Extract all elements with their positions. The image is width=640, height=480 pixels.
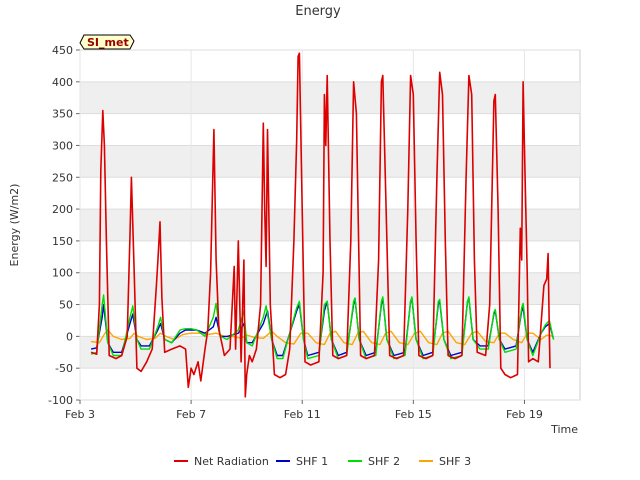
x-tick-label: Feb 7 — [176, 408, 206, 421]
y-tick-label: 300 — [52, 139, 73, 152]
y-tick-label: 350 — [52, 108, 73, 121]
grid-band — [80, 145, 580, 178]
y-tick-label: 250 — [52, 171, 73, 184]
x-tick-label: Feb 3 — [65, 408, 95, 421]
site-label-box: SI_met — [79, 34, 135, 50]
y-tick-label: 200 — [52, 203, 73, 216]
legend-label: SHF 2 — [368, 455, 400, 468]
legend-label: Net Radiation — [194, 455, 269, 468]
y-tick-label: 150 — [52, 235, 73, 248]
y-tick-label: -100 — [48, 394, 73, 407]
y-tick-label: -50 — [55, 362, 73, 375]
y-tick-label: 100 — [52, 267, 73, 280]
y-axis-label: Energy (W/m2) — [8, 184, 21, 267]
y-tick-label: 400 — [52, 76, 73, 89]
y-tick-label: 50 — [59, 299, 73, 312]
site-label: SI_met — [87, 36, 129, 49]
x-tick-label: Feb 19 — [506, 408, 543, 421]
legend-label: SHF 3 — [439, 455, 471, 468]
y-tick-label: 0 — [66, 330, 73, 343]
y-tick-label: 450 — [52, 44, 73, 57]
energy-chart: Energy -100 -50 0 50 100 150 200 250 300 350 400 45… — [0, 0, 640, 480]
x-axis-label: Time — [550, 423, 578, 436]
grid-band — [80, 81, 580, 114]
x-tick-label: Feb 15 — [395, 408, 432, 421]
x-tick-label: Feb 11 — [284, 408, 321, 421]
chart-title: Energy — [295, 4, 341, 19]
legend-label: SHF 1 — [296, 455, 328, 468]
